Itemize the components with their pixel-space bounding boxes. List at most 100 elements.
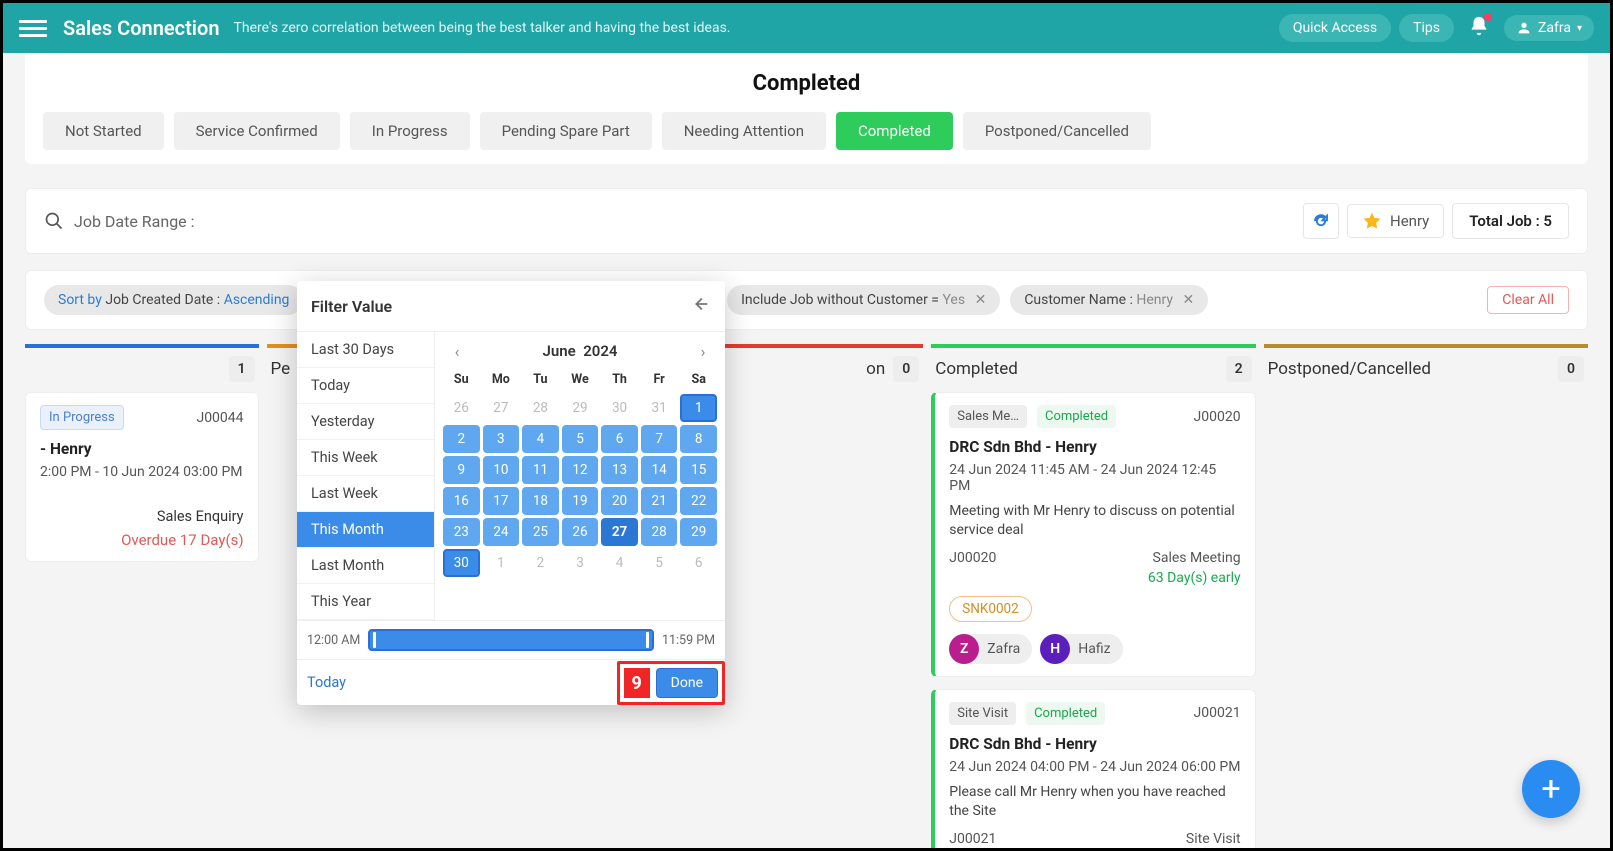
sort-chip[interactable]: Sort by Job Created Date : Ascending bbox=[44, 285, 303, 315]
status-tab[interactable]: Needing Attention bbox=[662, 112, 826, 150]
calendar-day[interactable]: 26 bbox=[562, 518, 599, 546]
preset- item[interactable]: This Week bbox=[297, 440, 434, 476]
prev-month-button[interactable]: ‹ bbox=[445, 339, 469, 363]
job-desc: Please call Mr Henry when you have reach… bbox=[949, 783, 1240, 821]
user-menu[interactable]: Zafra ▾ bbox=[1504, 15, 1594, 41]
calendar-day[interactable]: 10 bbox=[483, 456, 520, 484]
next-month-button[interactable]: › bbox=[691, 339, 715, 363]
calendar-day[interactable]: 29 bbox=[680, 518, 717, 546]
add-fab[interactable]: + bbox=[1522, 760, 1580, 818]
notification-icon[interactable] bbox=[1468, 15, 1490, 41]
calendar-day[interactable]: 19 bbox=[562, 487, 599, 515]
today-link[interactable]: Today bbox=[307, 674, 346, 691]
calendar-day[interactable]: 14 bbox=[641, 456, 678, 484]
quick-access-button[interactable]: Quick Access bbox=[1279, 14, 1391, 42]
close-icon[interactable]: ✕ bbox=[1183, 292, 1195, 308]
calendar-day[interactable]: 27 bbox=[601, 518, 638, 546]
clear-all-button[interactable]: Clear All bbox=[1487, 286, 1569, 314]
refresh-button[interactable] bbox=[1303, 203, 1339, 239]
type-tag: Site Visit bbox=[949, 702, 1016, 725]
job-foot-type: Sales Meeting bbox=[1153, 550, 1241, 566]
kanban-board: In Progress 1 In Progress J00044 - Henry… bbox=[25, 344, 1588, 848]
calendar-day[interactable]: 24 bbox=[483, 518, 520, 546]
calendar-day[interactable]: 20 bbox=[601, 487, 638, 515]
search-input[interactable]: Job Date Range : bbox=[74, 212, 1295, 231]
preset- item[interactable]: Last Month bbox=[297, 548, 434, 584]
day-of-week: We bbox=[562, 368, 599, 391]
calendar-day[interactable]: 15 bbox=[680, 456, 717, 484]
calendar-day[interactable]: 13 bbox=[601, 456, 638, 484]
job-card[interactable]: Sales Me… Completed J00020 DRC Sdn Bhd -… bbox=[931, 392, 1255, 677]
calendar-day[interactable]: 6 bbox=[601, 425, 638, 453]
app-tagline: There's zero correlation between being t… bbox=[234, 20, 731, 36]
calendar-day[interactable]: 12 bbox=[562, 456, 599, 484]
job-type: Sales Enquiry bbox=[40, 508, 244, 525]
calendar-day[interactable]: 5 bbox=[562, 425, 599, 453]
popover-title: Filter Value bbox=[311, 297, 689, 316]
calendar-day[interactable]: 4 bbox=[522, 425, 559, 453]
done-button[interactable]: Done bbox=[656, 668, 718, 698]
column-header: In Progress 1 bbox=[25, 344, 259, 392]
job-foot-id: J00021 bbox=[949, 831, 996, 847]
avatar-chip[interactable]: HHafiz bbox=[1040, 634, 1122, 664]
calendar-day-out: 27 bbox=[483, 394, 520, 422]
preset- item[interactable]: Last Week bbox=[297, 476, 434, 512]
status-tab[interactable]: Service Confirmed bbox=[174, 112, 340, 150]
search-icon bbox=[44, 211, 64, 231]
include-nocustomer-chip[interactable]: Include Job without Customer = Yes ✕ bbox=[727, 285, 1000, 315]
calendar-day-out: 6 bbox=[680, 549, 717, 577]
day-of-week: Fr bbox=[641, 368, 678, 391]
status-tab[interactable]: Completed bbox=[836, 112, 953, 150]
calendar-day[interactable]: 21 bbox=[641, 487, 678, 515]
status-tab[interactable]: Pending Spare Part bbox=[480, 112, 652, 150]
calendar-day[interactable]: 22 bbox=[680, 487, 717, 515]
calendar-day[interactable]: 18 bbox=[522, 487, 559, 515]
calendar-day[interactable]: 17 bbox=[483, 487, 520, 515]
close-icon[interactable]: ✕ bbox=[975, 292, 987, 308]
link-chip[interactable]: SNK0002 bbox=[949, 596, 1031, 622]
time-slider[interactable] bbox=[368, 629, 654, 651]
column-header: Completed 2 bbox=[931, 344, 1255, 392]
job-time: 2:00 PM - 10 Jun 2024 03:00 PM bbox=[40, 464, 244, 480]
calendar-day[interactable]: 28 bbox=[641, 518, 678, 546]
preset- item[interactable]: This Month bbox=[297, 512, 434, 548]
calendar-day[interactable]: 1 bbox=[680, 394, 717, 422]
job-card[interactable]: In Progress J00044 - Henry 2:00 PM - 10 … bbox=[25, 392, 259, 562]
favorite-filter[interactable]: Henry bbox=[1347, 204, 1444, 238]
column-title: Completed bbox=[935, 359, 1225, 379]
instruction-badge: 9 bbox=[624, 668, 650, 698]
calendar-day[interactable]: 23 bbox=[443, 518, 480, 546]
calendar-day[interactable]: 3 bbox=[483, 425, 520, 453]
calendar-day[interactable]: 25 bbox=[522, 518, 559, 546]
calendar-day[interactable]: 30 bbox=[443, 549, 480, 577]
calendar-day[interactable]: 11 bbox=[522, 456, 559, 484]
job-card[interactable]: Site Visit Completed J00021 DRC Sdn Bhd … bbox=[931, 689, 1255, 848]
avatar-row: ZZafra HHafiz bbox=[949, 634, 1240, 664]
avatar-chip[interactable]: ZZafra bbox=[949, 634, 1032, 664]
calendar-day[interactable]: 16 bbox=[443, 487, 480, 515]
calendar-day[interactable]: 8 bbox=[680, 425, 717, 453]
day-of-week: Tu bbox=[522, 368, 559, 391]
preset- item[interactable]: Today bbox=[297, 368, 434, 404]
time-start: 12:00 AM bbox=[307, 633, 360, 648]
status-tab[interactable]: Postponed/Cancelled bbox=[963, 112, 1151, 150]
back-arrow-icon[interactable] bbox=[689, 293, 711, 319]
status-tab[interactable]: In Progress bbox=[350, 112, 470, 150]
calendar-day[interactable]: 7 bbox=[641, 425, 678, 453]
preset- item[interactable]: Yesterday bbox=[297, 404, 434, 440]
calendar-day-out: 29 bbox=[562, 394, 599, 422]
calendar-day[interactable]: 2 bbox=[443, 425, 480, 453]
preset- item[interactable]: This Year bbox=[297, 584, 434, 620]
tips-button[interactable]: Tips bbox=[1399, 14, 1454, 42]
preset- item[interactable]: Last 30 Days bbox=[297, 332, 434, 368]
status-tab[interactable]: Not Started bbox=[43, 112, 164, 150]
user-name: Zafra bbox=[1538, 20, 1571, 36]
preset-list: Last 30 DaysTodayYesterdayThis WeekLast … bbox=[297, 332, 435, 620]
job-id: J00021 bbox=[1194, 705, 1241, 721]
customer-chip[interactable]: Customer Name : Henry ✕ bbox=[1010, 285, 1208, 315]
time-end: 11:59 PM bbox=[662, 633, 715, 648]
calendar-day[interactable]: 9 bbox=[443, 456, 480, 484]
job-desc: Meeting with Mr Henry to discuss on pote… bbox=[949, 502, 1240, 540]
day-of-week: Mo bbox=[483, 368, 520, 391]
menu-icon[interactable] bbox=[19, 14, 47, 42]
